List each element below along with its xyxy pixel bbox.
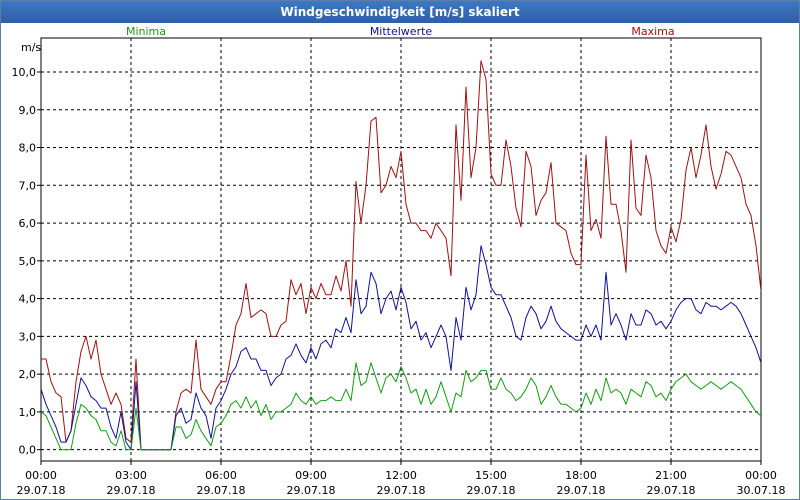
x-tick-time: 09:00: [295, 469, 327, 482]
y-tick-label: 6,0: [19, 217, 37, 230]
y-tick-label: 8,0: [19, 142, 37, 155]
x-tick-time: 00:00: [745, 469, 777, 482]
legend-maxima: Maxima: [631, 25, 674, 38]
y-tick-label: 5,0: [19, 255, 37, 268]
x-tick-time: 15:00: [475, 469, 507, 482]
y-tick-label: 7,0: [19, 179, 37, 192]
chart-window: Windgeschwindigkeit [m/s] skaliert 0,0 1,…: [0, 0, 800, 500]
y-tick-label: 0,0: [19, 444, 37, 457]
x-tick-time: 03:00: [115, 469, 147, 482]
x-tick-time: 21:00: [655, 469, 687, 482]
y-tick-label: 1,0: [19, 406, 37, 419]
x-tick-time: 00:00: [25, 469, 57, 482]
x-tick-date: 29.07.18: [557, 484, 606, 497]
grid-lines: [41, 38, 761, 461]
x-tick-time: 18:00: [565, 469, 597, 482]
series-line-mittelwerte: [40, 245, 762, 451]
x-tick-time: 12:00: [385, 469, 417, 482]
y-axis-label: m/s: [21, 41, 41, 54]
x-axis-ticks: 00:00 29.07.18 03:00 29.07.18 06:00 29.07.18 0…: [17, 461, 786, 497]
window-title: Windgeschwindigkeit [m/s] skaliert: [1, 1, 799, 23]
x-tick-date: 29.07.18: [467, 484, 516, 497]
x-tick-date: 29.07.18: [17, 484, 66, 497]
y-tick-label: 4,0: [19, 293, 37, 306]
x-tick-date: 29.07.18: [107, 484, 156, 497]
line-chart: 0,0 1,0 2,0 3,0 4,0 5,0 6,0 7,0 8,0 9,0 10,0 00:00…: [12, 25, 786, 497]
y-tick-label: 10,0: [12, 66, 37, 79]
x-tick-date: 29.07.18: [287, 484, 336, 497]
x-tick-date: 30.07.18: [737, 484, 786, 497]
x-tick-date: 29.07.18: [197, 484, 246, 497]
y-tick-label: 2,0: [19, 368, 37, 381]
legend-mittelwerte: Mittelwerte: [370, 25, 433, 38]
x-tick-date: 29.07.18: [647, 484, 696, 497]
legend-minima: Minima: [126, 25, 166, 38]
x-tick-date: 29.07.18: [377, 484, 426, 497]
y-tick-label: 9,0: [19, 104, 37, 117]
x-tick-time: 06:00: [205, 469, 237, 482]
y-axis-ticks: 0,0 1,0 2,0 3,0 4,0 5,0 6,0 7,0 8,0 9,0 10,0: [12, 66, 41, 457]
y-tick-label: 3,0: [19, 330, 37, 343]
